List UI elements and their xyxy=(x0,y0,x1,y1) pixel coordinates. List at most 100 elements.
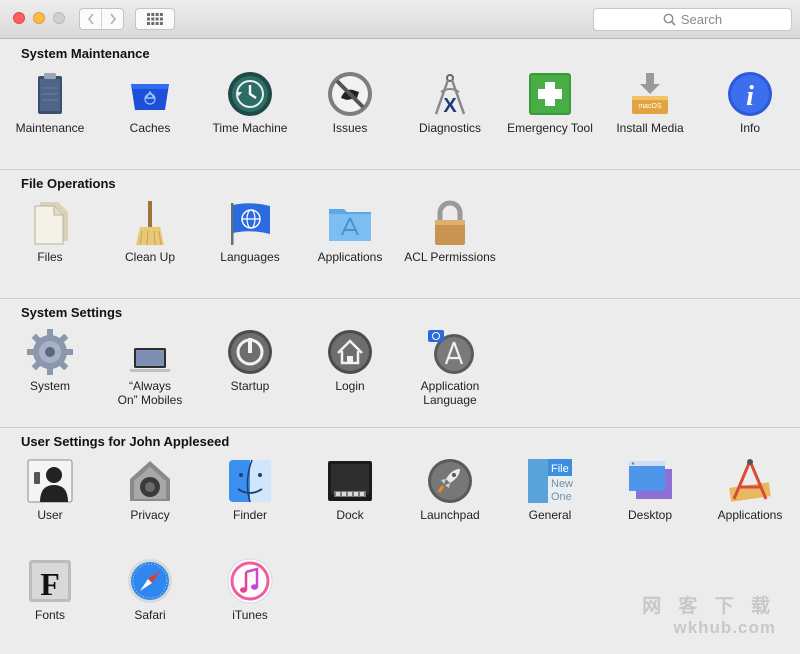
pref-desktop[interactable]: Desktop xyxy=(600,457,700,522)
section-title: System Maintenance xyxy=(21,46,150,61)
navigation-buttons xyxy=(79,8,124,30)
pref-label: Applications xyxy=(317,250,383,264)
svg-text:i: i xyxy=(746,81,754,112)
general-icon-text-3: One xyxy=(551,491,572,503)
watermark-url: wkhub.com xyxy=(673,618,776,637)
app-language-icon xyxy=(426,328,474,376)
show-all-button[interactable] xyxy=(135,8,175,30)
font-f-icon: F xyxy=(26,557,74,605)
pref-label: Dock xyxy=(336,508,364,522)
section-system-settings: System Settings System “Always On” Mobil… xyxy=(0,299,800,428)
pref-emergency-tool[interactable]: Emergency Tool xyxy=(500,70,600,135)
pref-label: Time Machine xyxy=(212,121,288,135)
section-title: System Settings xyxy=(21,305,123,320)
pref-label: Safari xyxy=(134,608,166,622)
pref-fonts[interactable]: F Fonts xyxy=(0,557,100,622)
time-machine-icon xyxy=(226,70,274,118)
pref-label: Diagnostics xyxy=(418,121,482,135)
power-icon xyxy=(226,328,274,376)
desktop-icon xyxy=(626,457,674,505)
pref-label: Launchpad xyxy=(420,508,480,522)
laptop-icon xyxy=(126,328,174,376)
pref-login[interactable]: Login xyxy=(300,328,400,393)
section-title: User Settings for John Appleseed xyxy=(21,434,230,449)
pref-label: Finder xyxy=(232,508,267,522)
pref-acl-permissions[interactable]: ACL Permissions xyxy=(400,199,500,264)
user-silhouette-icon xyxy=(26,457,74,505)
svg-text:X: X xyxy=(443,95,457,117)
gear-icon xyxy=(26,328,74,376)
general-icon-text-2: New xyxy=(551,478,573,490)
caliper-icon: X xyxy=(426,70,474,118)
grid-icon xyxy=(147,13,163,25)
pref-label: Fonts xyxy=(34,608,65,622)
pref-system[interactable]: System xyxy=(0,328,100,393)
pref-launchpad[interactable]: Launchpad xyxy=(400,457,500,522)
rocket-icon xyxy=(426,457,474,505)
issues-icon xyxy=(326,70,374,118)
pref-maintenance[interactable]: Maintenance xyxy=(0,70,100,135)
close-window-button[interactable] xyxy=(13,12,25,24)
pref-application-language[interactable]: Application Language xyxy=(400,328,500,407)
pref-time-machine[interactable]: Time Machine xyxy=(200,70,300,135)
pref-info[interactable]: i Info xyxy=(700,70,800,135)
language-flag-icon xyxy=(226,199,274,247)
pref-dock[interactable]: Dock xyxy=(300,457,400,522)
watermark-text: 网 客 下 载 xyxy=(642,596,776,617)
dock-icon xyxy=(326,457,374,505)
pref-privacy[interactable]: Privacy xyxy=(100,457,200,522)
pref-label: ACL Permissions xyxy=(404,250,496,264)
pref-label: Caches xyxy=(129,121,171,135)
pref-files[interactable]: Files xyxy=(0,199,100,264)
pref-label: “Always On” Mobiles xyxy=(117,379,183,407)
pref-diagnostics[interactable]: X Diagnostics xyxy=(400,70,500,135)
pref-label: Privacy xyxy=(130,508,170,522)
search-icon xyxy=(663,13,676,26)
svg-text:F: F xyxy=(40,566,60,602)
pref-caches[interactable]: Caches xyxy=(100,70,200,135)
pref-label: Login xyxy=(335,379,365,393)
recycle-bin-icon xyxy=(126,70,174,118)
pref-issues[interactable]: Issues xyxy=(300,70,400,135)
pref-safari[interactable]: Safari xyxy=(100,557,200,622)
section-system-maintenance: System Maintenance Maintenance Caches Ti… xyxy=(0,40,800,170)
svg-text:macOS: macOS xyxy=(638,103,662,110)
home-icon xyxy=(326,328,374,376)
back-button[interactable] xyxy=(80,9,101,29)
forward-button[interactable] xyxy=(101,9,123,29)
pref-user-applications[interactable]: Applications xyxy=(700,457,800,522)
info-icon: i xyxy=(726,70,774,118)
privacy-house-icon xyxy=(126,457,174,505)
pref-finder[interactable]: Finder xyxy=(200,457,300,522)
pref-label: User xyxy=(37,508,63,522)
window-toolbar: Search xyxy=(0,0,800,39)
zoom-window-button[interactable] xyxy=(53,12,65,24)
install-drive-icon: macOS xyxy=(626,70,674,118)
section-user-settings: User Settings for John Appleseed User Pr… xyxy=(0,428,800,654)
general-icon-text-1: File xyxy=(551,463,569,475)
pref-languages[interactable]: Languages xyxy=(200,199,300,264)
pref-user[interactable]: User xyxy=(0,457,100,522)
clipboard-icon xyxy=(26,70,74,118)
pref-always-on-mobiles[interactable]: “Always On” Mobiles xyxy=(100,328,200,407)
pref-install-media[interactable]: macOS Install Media xyxy=(600,70,700,135)
pref-label: Install Media xyxy=(616,121,684,135)
finder-icon xyxy=(226,457,274,505)
pref-label: Clean Up xyxy=(124,250,176,264)
pref-applications[interactable]: Applications xyxy=(300,199,400,264)
pref-label: Languages xyxy=(220,250,280,264)
pref-general[interactable]: File New One General xyxy=(500,457,600,522)
search-field[interactable]: Search xyxy=(593,8,792,31)
general-window-icon: File New One xyxy=(526,457,574,505)
minimize-window-button[interactable] xyxy=(33,12,45,24)
pref-startup[interactable]: Startup xyxy=(200,328,300,393)
pref-itunes[interactable]: iTunes xyxy=(200,557,300,622)
section-file-operations: File Operations Files Clean Up Languages… xyxy=(0,170,800,299)
watermark: 网 客 下 载 wkhub.com xyxy=(642,591,776,638)
search-placeholder: Search xyxy=(680,12,723,27)
pref-label: General xyxy=(528,508,572,522)
pref-clean-up[interactable]: Clean Up xyxy=(100,199,200,264)
pref-label: Startup xyxy=(230,379,270,393)
pref-label: iTunes xyxy=(232,608,268,622)
pref-label: Desktop xyxy=(627,508,673,522)
